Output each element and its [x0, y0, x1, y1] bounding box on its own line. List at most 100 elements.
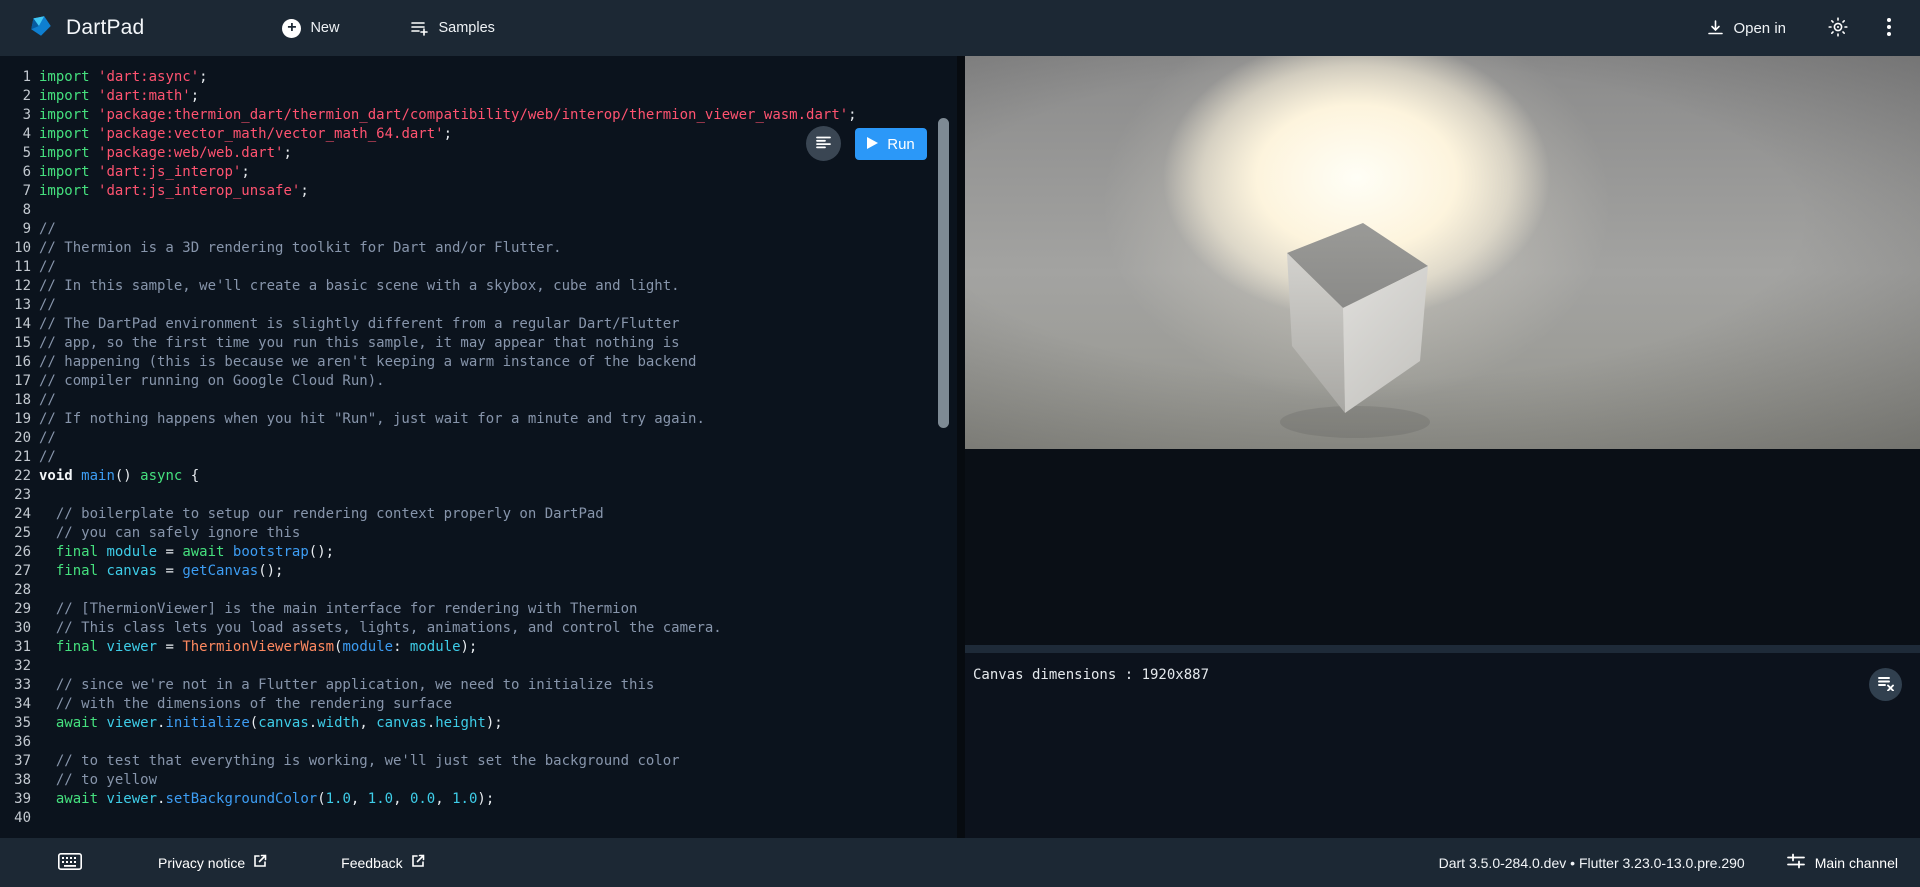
code-line: 28 [0, 581, 957, 600]
line-number: 7 [0, 182, 31, 201]
line-number: 10 [0, 239, 31, 258]
feedback-link[interactable]: Feedback [341, 854, 424, 871]
code-line: 2import 'dart:math'; [0, 87, 957, 106]
line-number: 24 [0, 505, 31, 524]
line-number: 27 [0, 562, 31, 581]
code-line: 13// [0, 296, 957, 315]
channel-label: Main channel [1815, 855, 1898, 871]
code-line: 25 // you can safely ignore this [0, 524, 957, 543]
vertical-splitter[interactable] [957, 56, 965, 838]
line-number: 4 [0, 125, 31, 144]
line-number: 14 [0, 315, 31, 334]
code-line: 36 [0, 733, 957, 752]
privacy-notice-link[interactable]: Privacy notice [158, 854, 267, 871]
code-line: 19// If nothing happens when you hit "Ru… [0, 410, 957, 429]
line-number: 28 [0, 581, 31, 600]
code-line: 26 final module = await bootstrap(); [0, 543, 957, 562]
line-number: 22 [0, 467, 31, 486]
line-number: 33 [0, 676, 31, 695]
brightness-toggle-button[interactable] [1822, 11, 1854, 46]
line-number: 21 [0, 448, 31, 467]
code-line: 22void main() async { [0, 467, 957, 486]
topbar: DartPad + New Samples Open in [0, 0, 1920, 56]
external-link-icon [253, 854, 267, 871]
code-line: 8 [0, 201, 957, 220]
code-line: 39 await viewer.setBackgroundColor(1.0, … [0, 790, 957, 809]
code-line: 21// [0, 448, 957, 467]
app-title: DartPad [66, 16, 144, 40]
format-button[interactable] [806, 126, 841, 161]
code-line: 33 // since we're not in a Flutter appli… [0, 676, 957, 695]
open-in-button[interactable]: Open in [1697, 12, 1796, 45]
new-button-label: New [310, 20, 339, 36]
code-line: 3import 'package:thermion_dart/thermion_… [0, 106, 957, 125]
new-button[interactable]: + New [272, 11, 349, 46]
line-number: 37 [0, 752, 31, 771]
line-number: 40 [0, 809, 31, 828]
line-number: 5 [0, 144, 31, 163]
code-line: 12// In this sample, we'll create a basi… [0, 277, 957, 296]
line-number: 13 [0, 296, 31, 315]
keyboard-icon [58, 853, 82, 873]
samples-button-label: Samples [438, 20, 494, 36]
channel-selector-button[interactable]: Main channel [1787, 853, 1898, 872]
external-link-icon [411, 854, 425, 871]
line-number: 1 [0, 68, 31, 87]
horizontal-splitter[interactable] [965, 645, 1920, 653]
line-number: 31 [0, 638, 31, 657]
editor-scrollbar-thumb[interactable] [938, 118, 949, 428]
line-number: 39 [0, 790, 31, 809]
line-number: 18 [0, 391, 31, 410]
install-icon [1707, 20, 1724, 36]
version-info: Dart 3.5.0-284.0.dev • Flutter 3.23.0-13… [1439, 855, 1745, 871]
code-line: 6import 'dart:js_interop'; [0, 163, 957, 182]
code-line: 27 final canvas = getCanvas(); [0, 562, 957, 581]
playlist-add-icon [411, 20, 429, 36]
overflow-menu-button[interactable] [1880, 11, 1898, 46]
line-number: 9 [0, 220, 31, 239]
format-icon [816, 136, 831, 152]
clear-console-button[interactable] [1869, 668, 1902, 701]
line-number: 20 [0, 429, 31, 448]
code-line: 18// [0, 391, 957, 410]
privacy-notice-label: Privacy notice [158, 855, 245, 871]
line-number: 34 [0, 695, 31, 714]
overflow-menu-icon [1886, 17, 1892, 40]
line-number: 38 [0, 771, 31, 790]
code-line: 17// compiler running on Google Cloud Ru… [0, 372, 957, 391]
code-line: 24 // boilerplate to setup our rendering… [0, 505, 957, 524]
run-button[interactable]: Run [855, 128, 927, 160]
feedback-label: Feedback [341, 855, 402, 871]
footer-right: Dart 3.5.0-284.0.dev • Flutter 3.23.0-13… [1439, 853, 1898, 872]
main-split: 1import 'dart:async';2import 'dart:math'… [0, 56, 1920, 838]
output-empty-area [965, 449, 1920, 645]
code-line: 40 [0, 809, 957, 828]
code-line: 10// Thermion is a 3D rendering toolkit … [0, 239, 957, 258]
line-number: 11 [0, 258, 31, 277]
line-number: 6 [0, 163, 31, 182]
dartpad-app: DartPad + New Samples Open in [0, 0, 1920, 887]
code-line: 15// app, so the first time you run this… [0, 334, 957, 353]
topbar-right: Open in [1697, 11, 1898, 46]
line-number: 36 [0, 733, 31, 752]
dartpad-logo [28, 13, 54, 44]
code-line: 23 [0, 486, 957, 505]
code-line: 32 [0, 657, 957, 676]
output-pane: Canvas dimensions : 1920x887 [965, 56, 1920, 838]
code-line: 34 // with the dimensions of the renderi… [0, 695, 957, 714]
line-number: 12 [0, 277, 31, 296]
samples-button[interactable]: Samples [401, 12, 504, 44]
line-number: 19 [0, 410, 31, 429]
line-number: 30 [0, 619, 31, 638]
code-line: 37 // to test that everything is working… [0, 752, 957, 771]
code-line: 31 final viewer = ThermionViewerWasm(mod… [0, 638, 957, 657]
keyboard-shortcuts-button[interactable] [58, 853, 82, 873]
code-line: 7import 'dart:js_interop_unsafe'; [0, 182, 957, 201]
render-canvas[interactable] [965, 56, 1920, 449]
line-number: 2 [0, 87, 31, 106]
line-number: 23 [0, 486, 31, 505]
code-editor[interactable]: 1import 'dart:async';2import 'dart:math'… [0, 56, 957, 828]
brand: DartPad [28, 13, 144, 44]
play-icon [867, 136, 878, 153]
code-line: 9// [0, 220, 957, 239]
